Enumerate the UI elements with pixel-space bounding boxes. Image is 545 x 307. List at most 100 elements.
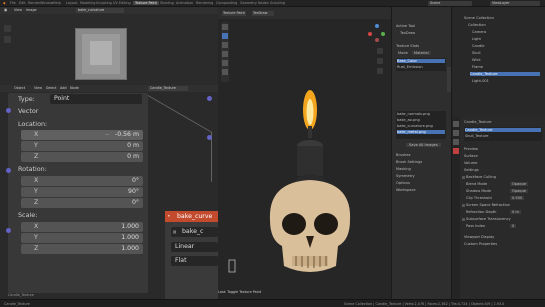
tab-geometry-nodes[interactable]: Geometry Nodes	[240, 1, 269, 5]
view-layer-selector[interactable]: ViewLayer	[490, 1, 540, 6]
texture-slots-header[interactable]: Texture Slots	[396, 44, 419, 48]
pan-icon[interactable]	[377, 58, 383, 64]
tab-rendering[interactable]: Rendering	[196, 1, 213, 5]
tab-uv-editing[interactable]: UV Editing	[113, 1, 131, 5]
menu-help[interactable]: Help	[53, 1, 61, 5]
outliner-item[interactable]: Camera	[472, 30, 486, 34]
rotation-socket[interactable]	[6, 168, 11, 173]
menu-render[interactable]: Render	[28, 1, 40, 5]
section-surface[interactable]: Surface	[464, 154, 478, 158]
section-symmetry[interactable]: Symmetry	[396, 174, 415, 178]
blender-logo-icon[interactable]: ◆	[3, 1, 6, 5]
material-slot-selected[interactable]: Candle_Texture	[465, 128, 541, 132]
scale-socket[interactable]	[6, 228, 11, 233]
property-value[interactable]: Opaque	[510, 189, 529, 193]
smear-tool-icon[interactable]	[222, 51, 228, 57]
outliner-item[interactable]: Collection	[468, 23, 486, 27]
active-tool-header[interactable]: Active Tool	[396, 24, 415, 28]
interpolation-dropdown[interactable]: Linear	[171, 242, 218, 252]
section-preview[interactable]: Preview	[464, 147, 478, 151]
tab-shading[interactable]: Shading	[160, 1, 174, 5]
section-custom-properties[interactable]: Custom Properties	[464, 242, 497, 246]
brush-name[interactable]: TexDraw	[400, 31, 415, 35]
mode-dropdown[interactable]: Material	[412, 51, 431, 55]
node-menu-object[interactable]: Object	[14, 86, 25, 90]
image-menu-view[interactable]: View	[14, 8, 22, 12]
projection-dropdown[interactable]: Flat	[171, 256, 218, 266]
section-volume[interactable]: Volume	[464, 161, 477, 165]
outliner-item[interactable]: Wick	[472, 58, 481, 62]
object-props-icon[interactable]	[453, 139, 459, 145]
property-value[interactable]: 0	[510, 224, 517, 228]
zoom-icon[interactable]	[377, 48, 383, 54]
slot-rust-emission[interactable]: Rust_Emission	[397, 65, 423, 69]
section-masking[interactable]: Masking	[396, 167, 411, 171]
tab-modeling[interactable]: Modeling	[80, 1, 95, 5]
bake-image-selector[interactable]: ▧ bake_c	[171, 227, 218, 237]
socket-dot[interactable]	[207, 135, 212, 140]
tab-texture-paint[interactable]: Texture Paint	[133, 1, 159, 5]
render-props-icon[interactable]	[453, 130, 459, 136]
tab-compositing[interactable]: Compositing	[216, 1, 237, 5]
image-selector[interactable]: bake_curvature	[76, 8, 124, 13]
image-item[interactable]: bake_ao.png	[397, 118, 420, 122]
last-operation-label[interactable]: Last: Toggle Texture Paint	[218, 290, 261, 294]
material-selector[interactable]: Candle_Texture	[148, 86, 188, 91]
tab-scripting[interactable]: Scripting	[270, 1, 285, 5]
property-checkbox[interactable]	[462, 175, 465, 179]
section-options[interactable]: Options	[396, 181, 410, 185]
outliner-item[interactable]: Flame	[472, 65, 483, 69]
scene-selector[interactable]: Scene	[428, 1, 472, 6]
outliner-item[interactable]: Candle	[472, 44, 484, 48]
menu-file[interactable]: File	[10, 1, 16, 5]
navigation-gizmo[interactable]	[368, 24, 386, 42]
tool-props-icon[interactable]	[453, 121, 459, 127]
save-all-images-button[interactable]: Save All Images	[406, 143, 441, 147]
section-settings[interactable]: Settings	[464, 168, 479, 172]
clone-tool-icon[interactable]	[222, 60, 228, 66]
image-item-selected[interactable]: bake_metal.png	[397, 130, 445, 134]
property-checkbox[interactable]	[462, 217, 465, 221]
bake-node-header[interactable]: ▾ bake_curve	[165, 211, 218, 222]
outliner-item[interactable]: Light.001	[472, 79, 489, 83]
outliner-item[interactable]: Light	[472, 37, 481, 41]
scene-collection-label[interactable]: Scene Collection	[464, 16, 494, 20]
section-brush-settings[interactable]: Brush Settings	[396, 160, 422, 164]
collapse-icon[interactable]: ▾	[168, 214, 170, 218]
menu-window[interactable]: Window	[40, 1, 53, 5]
node-menu-add[interactable]: Add	[60, 86, 67, 90]
scale-x-field[interactable]: X 1.000	[21, 222, 143, 232]
mode-selector[interactable]: Texture Paint	[222, 11, 246, 16]
material-slot[interactable]: Skull_Texture	[465, 134, 488, 138]
rotation-x-field[interactable]: X 0°	[21, 176, 143, 186]
tab-layout[interactable]: Layout	[66, 1, 78, 5]
property-value[interactable]: 0.500	[510, 196, 525, 200]
section-viewport-display[interactable]: Viewport Display	[464, 235, 494, 239]
material-props-icon[interactable]	[453, 148, 459, 154]
menu-edit[interactable]: Edit	[19, 1, 26, 5]
socket-dot[interactable]	[207, 96, 212, 101]
cursor-tool-icon[interactable]	[4, 25, 11, 32]
image-item[interactable]: bake_normals.png	[397, 112, 430, 116]
brush-selector[interactable]: TexDraw	[252, 11, 274, 16]
node-menu-view[interactable]: View	[34, 86, 42, 90]
draw-tool-icon[interactable]	[222, 24, 228, 30]
property-value[interactable]: 0 m	[510, 210, 521, 214]
vector-socket[interactable]	[6, 108, 11, 113]
type-dropdown[interactable]: Point	[50, 94, 142, 104]
active-draw-tool-icon[interactable]	[222, 33, 228, 39]
location-x-field[interactable]: X -- -0.56 m	[21, 130, 143, 140]
section-workspace[interactable]: Workspace	[396, 188, 416, 192]
editor-type-icon[interactable]: ▣	[4, 8, 7, 12]
camera-view-icon[interactable]	[377, 68, 383, 74]
slot-base-color[interactable]: Base_Color	[397, 59, 445, 63]
soften-tool-icon[interactable]	[222, 42, 228, 48]
property-value[interactable]: Opaque	[510, 182, 529, 186]
sample-tool-icon[interactable]	[4, 36, 11, 43]
scale-y-field[interactable]: Y 1.000	[21, 233, 143, 243]
rotation-y-field[interactable]: Y 90°	[21, 187, 143, 197]
outliner-item[interactable]: Skull	[472, 51, 481, 55]
fill-tool-icon[interactable]	[222, 69, 228, 75]
rotation-z-field[interactable]: Z 0°	[21, 198, 143, 208]
property-checkbox[interactable]	[462, 203, 465, 207]
